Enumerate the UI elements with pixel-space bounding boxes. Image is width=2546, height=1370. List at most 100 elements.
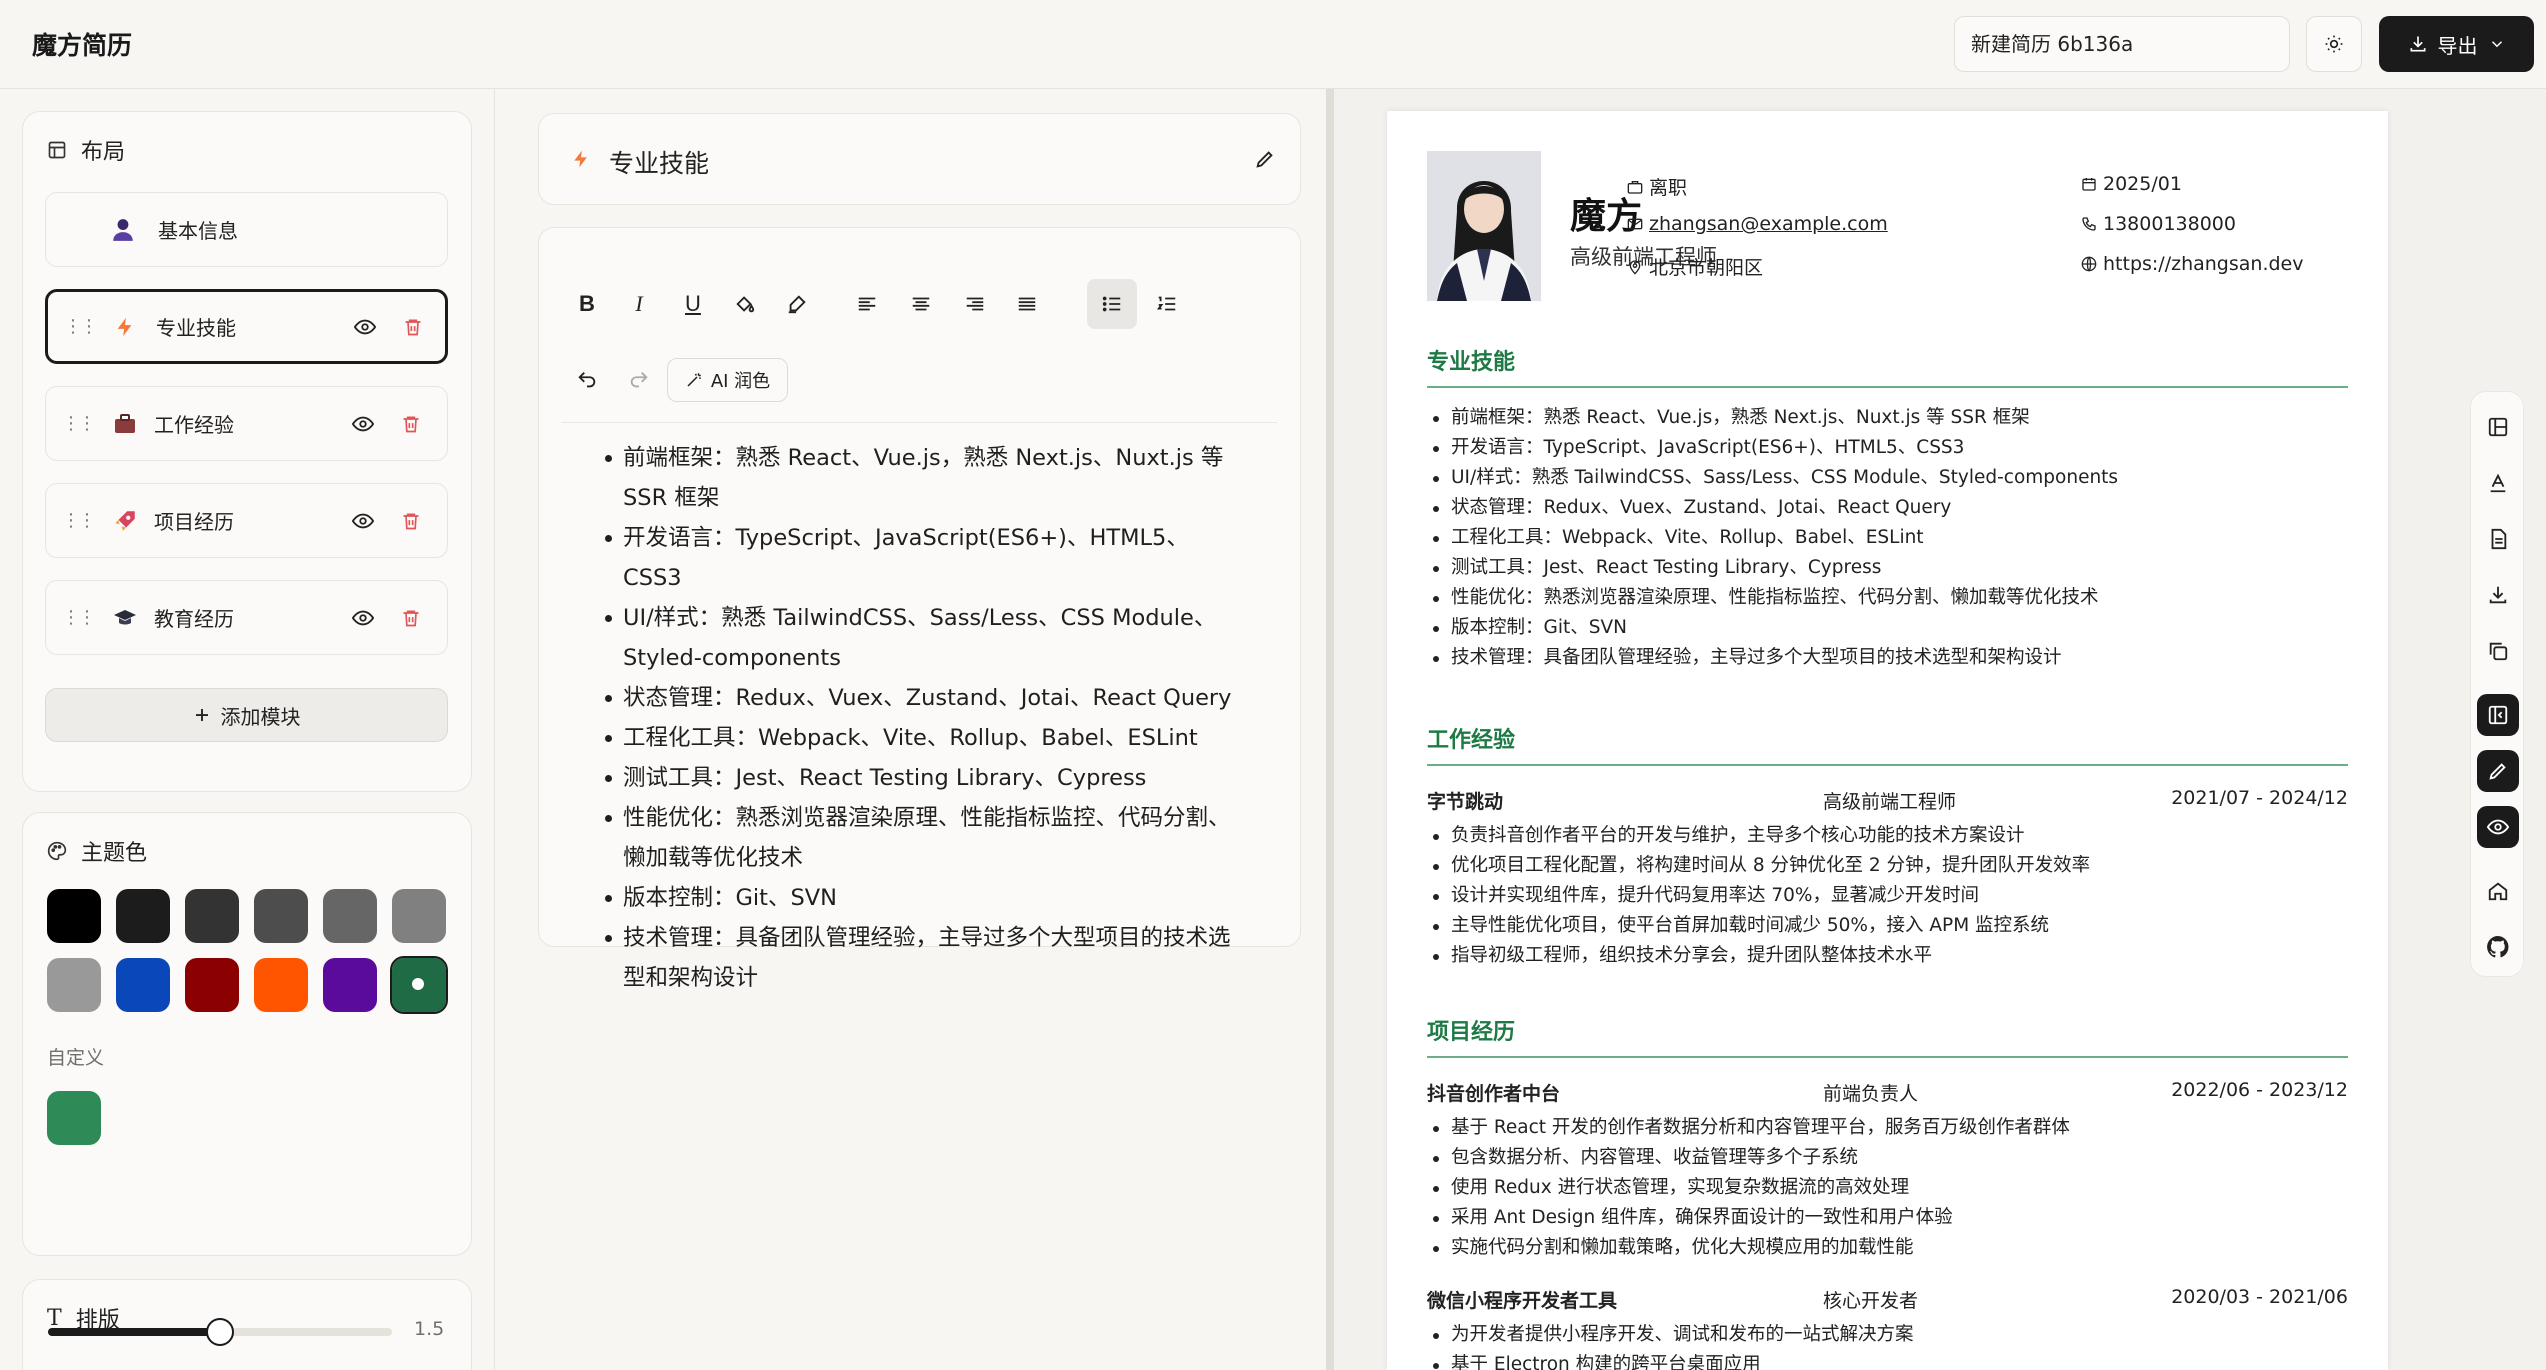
custom-color-swatch[interactable] [47, 1091, 101, 1145]
list-item: 前端框架：熟悉 React、Vue.js，熟悉 Next.js、Nuxt.js … [605, 438, 1247, 518]
italic-button[interactable]: I [619, 284, 659, 324]
project-name: 微信小程序开发者工具 [1427, 1290, 1618, 1312]
undo-icon [578, 372, 596, 388]
color-swatch[interactable] [116, 958, 170, 1012]
undo-button[interactable] [567, 360, 607, 400]
eye-icon[interactable] [352, 510, 374, 532]
color-swatch[interactable] [185, 958, 239, 1012]
paint-bucket-icon [736, 296, 755, 313]
module-label: 工作经验 [154, 413, 234, 437]
ordered-list-button[interactable] [1147, 284, 1187, 324]
align-justify-button[interactable] [1007, 284, 1047, 324]
rocket-icon [112, 508, 138, 534]
theme-toggle-button[interactable] [2306, 16, 2362, 72]
list-item: 实施代码分割和懒加载策略，优化大规模应用的加载性能 [1427, 1233, 2348, 1263]
color-swatch[interactable] [254, 958, 308, 1012]
export-button[interactable]: 导出 [2379, 16, 2534, 72]
project-role: 核心开发者 [1823, 1290, 1919, 1312]
color-swatch[interactable] [47, 958, 101, 1012]
bold-button[interactable]: B [567, 284, 607, 324]
module-education[interactable]: ⋮⋮ 教育经历 [45, 580, 448, 655]
section-rule [1427, 386, 2348, 388]
drag-handle-icon[interactable]: ⋮⋮ [62, 510, 96, 531]
preview-mode-button[interactable] [2477, 806, 2519, 848]
module-basic-info[interactable]: 基本信息 [45, 192, 448, 267]
module-work[interactable]: ⋮⋮ 工作经验 [45, 386, 448, 461]
calendar-icon [2081, 176, 2097, 192]
location-info: 北京市朝阳区 [1627, 253, 1763, 280]
module-skills[interactable]: ⋮⋮ 专业技能 [45, 289, 448, 364]
layout-title-row: 布局 [47, 134, 125, 166]
module-label: 项目经历 [154, 510, 234, 534]
color-swatch[interactable] [323, 958, 377, 1012]
edit-mode-button[interactable] [2477, 750, 2519, 792]
github-button[interactable] [2477, 926, 2519, 968]
resume-skills-list: 前端框架：熟悉 React、Vue.js，熟悉 Next.js、Nuxt.js … [1427, 403, 2348, 673]
redo-button[interactable] [619, 360, 659, 400]
text-color-button[interactable] [725, 284, 765, 324]
panel-resize-handle[interactable] [1326, 89, 1334, 1370]
theme-title-row: 主题色 [47, 835, 147, 867]
list-item: 主导性能优化项目，使平台首屏加载时间减少 50%，接入 APM 监控系统 [1427, 911, 2348, 941]
underline-button[interactable]: U [673, 284, 713, 324]
slider-thumb[interactable] [206, 1318, 234, 1346]
eye-icon[interactable] [354, 316, 376, 338]
highlight-button[interactable] [777, 284, 817, 324]
highlighter-icon [788, 295, 806, 314]
trash-icon[interactable] [403, 316, 423, 338]
module-projects[interactable]: ⋮⋮ 项目经历 [45, 483, 448, 558]
ai-polish-button[interactable]: AI 润色 [667, 358, 788, 402]
editor-surface: B I U AI 润色 前端框架：熟悉 React、Vue.js，熟悉 Next… [561, 250, 1277, 991]
email-link[interactable]: zhangsan@example.com [1649, 213, 1888, 235]
eye-icon[interactable] [352, 607, 374, 629]
layout-card: 布局 基本信息 ⋮⋮ 专业技能 ⋮⋮ 工作经验 ⋮⋮ 项目经历 ⋮⋮ 教育经历 … [22, 111, 472, 792]
trash-icon[interactable] [401, 510, 421, 532]
align-right-button[interactable] [955, 284, 995, 324]
color-swatch[interactable] [116, 889, 170, 943]
home-button[interactable] [2477, 870, 2519, 912]
color-swatch[interactable] [323, 889, 377, 943]
trash-icon[interactable] [401, 413, 421, 435]
lightning-icon [114, 314, 136, 340]
graduation-cap-icon [112, 606, 138, 630]
drag-handle-icon[interactable]: ⋮⋮ [64, 316, 98, 337]
edit-title-icon[interactable] [1254, 148, 1276, 170]
list-item: UI/样式：熟悉 TailwindCSS、Sass/Less、CSS Modul… [605, 598, 1247, 678]
list-item: 为开发者提供小程序开发、调试和发布的一站式解决方案 [1427, 1320, 2348, 1350]
eye-icon[interactable] [352, 413, 374, 435]
project-items-list: 基于 React 开发的创作者数据分析和内容管理平台，服务百万级创作者群体 包含数… [1427, 1113, 2348, 1263]
line-height-label: 行高 [47, 1366, 85, 1370]
editor-content[interactable]: 前端框架：熟悉 React、Vue.js，熟悉 Next.js、Nuxt.js … [587, 438, 1247, 998]
module-label: 专业技能 [156, 316, 236, 340]
chevron-down-icon [2488, 35, 2506, 53]
panel-toggle-button[interactable] [2477, 694, 2519, 736]
ordered-list-icon [1156, 296, 1176, 311]
list-item: 基于 Electron 构建的跨平台桌面应用 [1427, 1350, 2348, 1370]
project-role: 前端负责人 [1823, 1083, 1919, 1105]
align-left-button[interactable] [847, 284, 887, 324]
line-height-slider[interactable] [48, 1318, 392, 1346]
work-items-list: 负责抖音创作者平台的开发与维护，主导多个核心功能的技术方案设计 优化项目工程化配置… [1427, 821, 2348, 971]
align-justify-icon [1018, 297, 1036, 311]
drag-handle-icon[interactable]: ⋮⋮ [62, 413, 96, 434]
download-button[interactable] [2477, 574, 2519, 616]
color-swatch[interactable] [254, 889, 308, 943]
add-module-button[interactable]: 添加模块 [45, 688, 448, 742]
color-swatch[interactable] [390, 956, 448, 1014]
bullet-list-button[interactable] [1087, 279, 1137, 329]
trash-icon[interactable] [401, 607, 421, 629]
person-icon [110, 217, 136, 243]
text-style-button[interactable] [2477, 462, 2519, 504]
color-swatch[interactable] [47, 889, 101, 943]
work-entry-header: 字节跳动 高级前端工程师 2021/07 - 2024/12 [1427, 787, 2348, 815]
color-swatch[interactable] [185, 889, 239, 943]
align-center-button[interactable] [901, 284, 941, 324]
copy-button[interactable] [2477, 630, 2519, 672]
resume-title-input[interactable]: 新建简历 6b136a [1954, 16, 2290, 72]
home-icon [2488, 882, 2508, 901]
layout-toggle-button[interactable] [2477, 406, 2519, 448]
drag-handle-icon[interactable]: ⋮⋮ [62, 607, 96, 628]
document-button[interactable] [2477, 518, 2519, 560]
color-swatch[interactable] [392, 889, 446, 943]
editor-panel: 专业技能 B I U AI 润色 前端框架：熟悉 React、Vue.js，熟悉… [510, 89, 1325, 1370]
